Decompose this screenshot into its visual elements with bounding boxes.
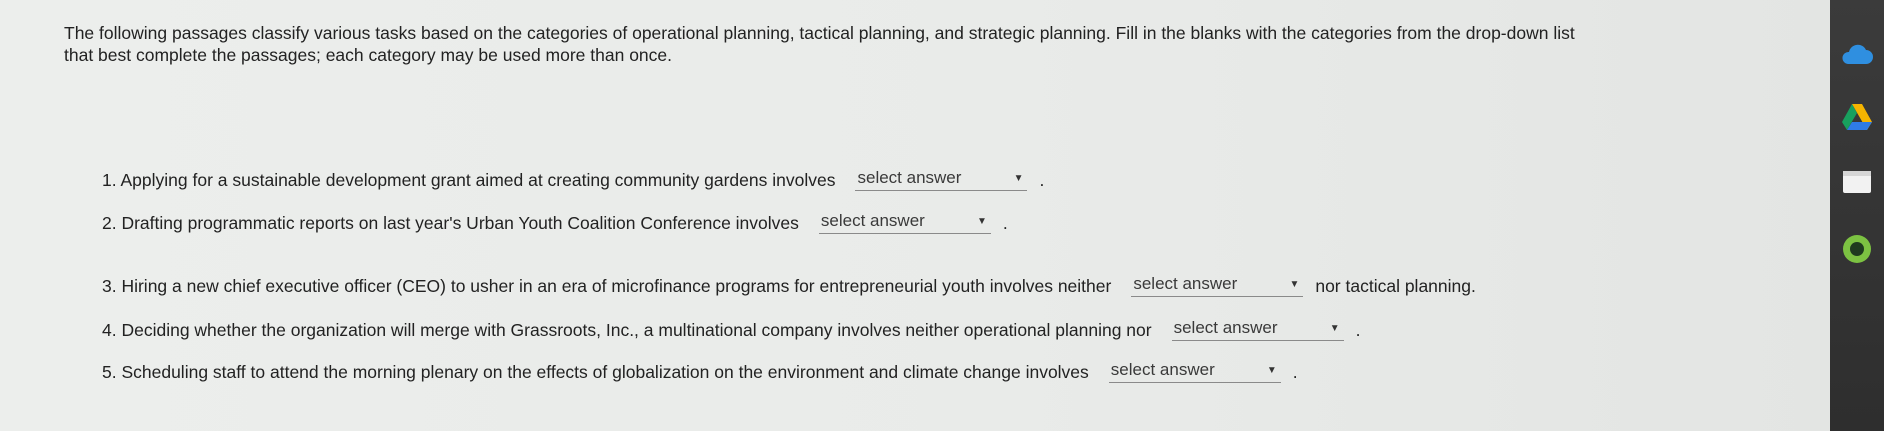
question-3-text: 3. Hiring a new chief executive officer … (102, 276, 1112, 296)
question-4-text: 4. Deciding whether the organization wil… (102, 320, 1152, 340)
question-1-text: 1. Applying for a sustainable developmen… (102, 170, 836, 190)
question-4: 4. Deciding whether the organization wil… (102, 318, 1360, 341)
chevron-down-icon: ▼ (1289, 278, 1300, 290)
question-5-after: . (1292, 362, 1298, 382)
question-5: 5. Scheduling staff to attend the mornin… (102, 360, 1298, 383)
app-sidebar (1830, 0, 1884, 431)
chevron-down-icon: ▼ (1329, 322, 1340, 334)
instructions-line-1: The following passages classify various … (64, 23, 1575, 43)
question-2-dropdown[interactable]: select answer ▼ (818, 211, 991, 234)
question-5-dropdown[interactable]: select answer ▼ (1108, 360, 1281, 383)
chevron-down-icon: ▼ (1266, 364, 1277, 376)
question-4-dropdown-label: select answer (1173, 318, 1278, 337)
question-4-dropdown[interactable]: select answer ▼ (1171, 318, 1344, 341)
cloud-icon[interactable] (1840, 38, 1874, 72)
question-1: 1. Applying for a sustainable developmen… (102, 168, 1044, 191)
question-4-after: . (1355, 320, 1361, 340)
circle-app-icon[interactable] (1840, 232, 1874, 266)
question-1-after: . (1039, 170, 1045, 190)
question-page: The following passages classify various … (0, 0, 1830, 431)
chevron-down-icon: ▼ (1013, 172, 1024, 184)
drive-icon[interactable] (1840, 100, 1874, 134)
question-3-after: nor tactical planning. (1315, 276, 1476, 296)
notes-icon[interactable] (1840, 165, 1874, 199)
question-5-text: 5. Scheduling staff to attend the mornin… (102, 362, 1089, 382)
instructions: The following passages classify various … (64, 22, 1764, 66)
question-2-text: 2. Drafting programmatic reports on last… (102, 213, 799, 233)
question-3-dropdown[interactable]: select answer ▼ (1131, 274, 1304, 297)
question-2-after: . (1002, 213, 1008, 233)
instructions-line-2: that best complete the passages; each ca… (64, 45, 673, 65)
chevron-down-icon: ▼ (976, 215, 987, 227)
question-1-dropdown[interactable]: select answer ▼ (855, 168, 1028, 191)
question-2-dropdown-label: select answer (820, 211, 925, 230)
question-2: 2. Drafting programmatic reports on last… (102, 211, 1008, 234)
question-3: 3. Hiring a new chief executive officer … (102, 274, 1476, 297)
question-3-dropdown-label: select answer (1133, 274, 1238, 293)
question-1-dropdown-label: select answer (857, 168, 962, 187)
question-5-dropdown-label: select answer (1110, 360, 1215, 379)
